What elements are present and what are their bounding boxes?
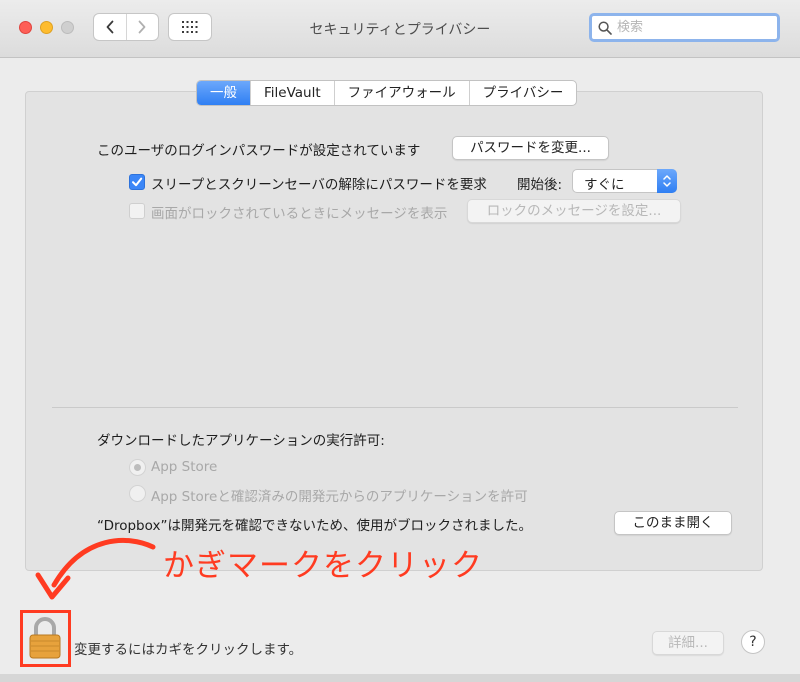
minimize-button[interactable] bbox=[40, 21, 53, 34]
section-divider bbox=[52, 407, 738, 408]
search-icon bbox=[598, 20, 612, 35]
advanced-button[interactable]: 詳細... bbox=[652, 631, 724, 655]
checkmark-icon bbox=[132, 177, 143, 187]
tab-bar: 一般 FileVault ファイアウォール プライバシー bbox=[196, 80, 578, 106]
search-field[interactable] bbox=[589, 13, 780, 42]
lock-instruction-text: 変更するにはカギをクリックします。 bbox=[74, 642, 303, 658]
show-all-button[interactable] bbox=[168, 13, 212, 41]
close-button[interactable] bbox=[19, 21, 32, 34]
lock-icon[interactable] bbox=[28, 614, 62, 660]
tab-firewall[interactable]: ファイアウォール bbox=[333, 81, 469, 105]
require-password-checkbox[interactable] bbox=[129, 174, 145, 190]
search-input[interactable] bbox=[615, 19, 769, 36]
download-heading: ダウンロードしたアプリケーションの実行許可: bbox=[97, 433, 385, 449]
require-password-label: スリープとスクリーンセーバの解除にパスワードを要求 bbox=[151, 177, 487, 193]
grid-icon bbox=[182, 21, 198, 33]
chevron-right-icon bbox=[138, 20, 146, 34]
annotation-text: かぎマークをクリック bbox=[163, 548, 483, 584]
radio-selected-dot bbox=[134, 464, 141, 471]
title-bar: セキュリティとプライバシー bbox=[0, 0, 800, 58]
start-after-value: すぐに bbox=[584, 177, 625, 193]
bottom-edge bbox=[0, 674, 800, 682]
radio-app-store[interactable] bbox=[129, 459, 146, 476]
set-lock-message-button[interactable]: ロックのメッセージを設定... bbox=[467, 199, 681, 223]
lock-message-label: 画面がロックされているときにメッセージを表示 bbox=[151, 206, 448, 222]
open-anyway-button[interactable]: このまま開く bbox=[614, 511, 732, 535]
lock-message-checkbox[interactable] bbox=[129, 203, 145, 219]
navigation-buttons bbox=[93, 13, 159, 41]
zoom-button[interactable] bbox=[61, 21, 74, 34]
password-set-text: このユーザのログインパスワードが設定されています bbox=[97, 143, 421, 159]
start-after-label: 開始後: bbox=[517, 177, 563, 193]
chevron-left-icon bbox=[106, 20, 114, 34]
updown-arrows-icon bbox=[657, 169, 677, 193]
change-password-button[interactable]: パスワードを変更... bbox=[452, 136, 609, 160]
annotation-arrow-icon bbox=[35, 537, 156, 600]
back-button[interactable] bbox=[94, 14, 126, 40]
radio-identified-label: App Storeと確認済みの開発元からのアプリケーションを許可 bbox=[151, 489, 528, 505]
help-button[interactable]: ? bbox=[741, 630, 765, 654]
tab-privacy[interactable]: プライバシー bbox=[468, 81, 577, 105]
blocked-app-message: “Dropbox”は開発元を確認できないため、使用がブロックされました。 bbox=[97, 518, 532, 534]
forward-button[interactable] bbox=[125, 14, 159, 40]
tab-general[interactable]: 一般 bbox=[197, 81, 250, 105]
radio-app-store-label: App Store bbox=[151, 459, 218, 475]
radio-identified-developers[interactable] bbox=[129, 485, 146, 502]
start-after-popup[interactable]: すぐに bbox=[572, 169, 677, 193]
tab-filevault[interactable]: FileVault bbox=[250, 81, 334, 105]
